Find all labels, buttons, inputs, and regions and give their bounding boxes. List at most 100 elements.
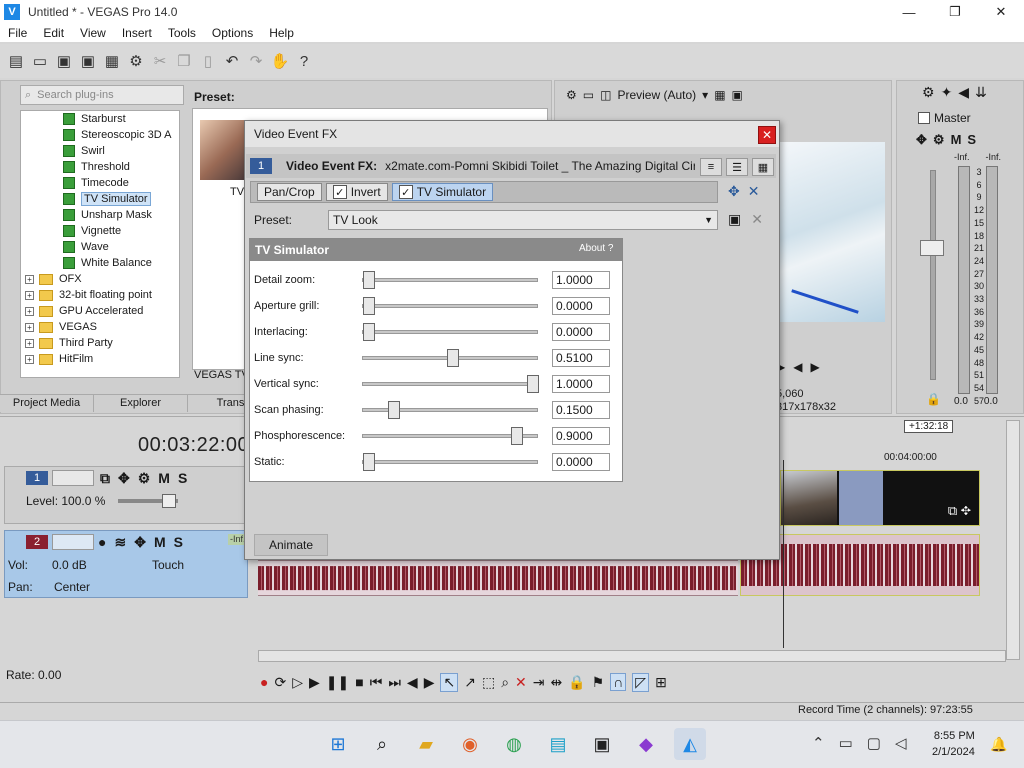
downmix-icon[interactable]: ⇊: [975, 84, 987, 101]
about-link[interactable]: About ?: [579, 243, 613, 254]
vegas-taskbar-icon[interactable]: ◭: [674, 728, 706, 760]
prev-frame-icon[interactable]: ◀: [793, 360, 802, 376]
list-view-icon[interactable]: ≡: [700, 158, 722, 176]
delete-preset-icon[interactable]: ✕: [751, 211, 763, 228]
folder-item[interactable]: + HitFilm: [21, 351, 179, 367]
param-value-field[interactable]: 1.0000: [552, 271, 610, 289]
menu-view[interactable]: View: [72, 26, 114, 40]
restore-button[interactable]: ❐: [932, 0, 978, 24]
param-slider[interactable]: [362, 297, 538, 315]
param-slider[interactable]: [362, 375, 539, 393]
delete-icon[interactable]: ✕: [515, 674, 527, 691]
event-pan-crop-icon[interactable]: ⧉ ✥: [948, 503, 971, 519]
menu-file[interactable]: File: [0, 26, 35, 40]
stop-icon[interactable]: ■: [355, 674, 363, 690]
master-solo-button[interactable]: S: [967, 132, 976, 148]
playhead-cursor[interactable]: [783, 460, 784, 648]
plugin-item[interactable]: Swirl: [21, 143, 179, 159]
taskbar-clock[interactable]: 8:55 PM 2/1/2024: [932, 728, 975, 760]
plugin-item[interactable]: Vignette: [21, 223, 179, 239]
folder-item[interactable]: + VEGAS: [21, 319, 179, 335]
master-checkbox[interactable]: [918, 112, 930, 124]
close-window-button[interactable]: ✕: [978, 0, 1024, 24]
visual-studio-icon[interactable]: ◆: [630, 728, 662, 760]
plugin-search-input[interactable]: ⌕ Search plug-ins: [20, 85, 184, 105]
param-slider[interactable]: [362, 271, 538, 289]
chain-item-pan-crop[interactable]: Pan/Crop: [257, 183, 322, 201]
chain-item-invert[interactable]: ✓ Invert: [325, 183, 388, 201]
preview-quality-dropdown[interactable]: Preview (Auto): [617, 88, 696, 102]
loop-icon[interactable]: ⟳: [274, 674, 286, 691]
track-fx-gear-icon[interactable]: ⚙: [138, 470, 151, 487]
remove-plugin-icon[interactable]: ✕: [748, 183, 760, 200]
param-value-field[interactable]: 0.9000: [552, 427, 610, 445]
save-icon[interactable]: ▣: [54, 51, 74, 71]
video-event[interactable]: ⧉ ✥: [780, 470, 980, 526]
firefox-icon[interactable]: ◉: [454, 728, 486, 760]
param-value-field[interactable]: 0.5100: [552, 349, 610, 367]
param-slider[interactable]: [362, 349, 538, 367]
windows-start-icon[interactable]: ⊞: [322, 728, 354, 760]
tab-project-media[interactable]: Project Media: [0, 395, 94, 412]
network-icon[interactable]: ▭: [839, 734, 853, 752]
external-monitor-icon[interactable]: ▭: [583, 88, 594, 102]
param-value-field[interactable]: 0.0000: [552, 297, 610, 315]
chrome-icon[interactable]: ◍: [498, 728, 530, 760]
next-frame-icon[interactable]: ▶: [810, 360, 819, 376]
menu-help[interactable]: Help: [261, 26, 302, 40]
trim-icon[interactable]: ⇥: [533, 674, 545, 691]
bypass-motion-blur-icon[interactable]: ⧉: [100, 470, 110, 487]
param-slider[interactable]: [362, 453, 538, 471]
add-plugin-icon[interactable]: ✥: [728, 183, 740, 200]
dialog-close-icon[interactable]: ✕: [758, 126, 776, 144]
animate-button[interactable]: Animate: [254, 534, 328, 556]
help-icon[interactable]: ?: [294, 51, 314, 71]
audio-event[interactable]: [258, 560, 738, 596]
slider-handle[interactable]: [363, 323, 375, 341]
arm-record-icon[interactable]: ●: [98, 534, 106, 551]
play-icon[interactable]: ▶: [309, 674, 320, 691]
overlays-grid-icon[interactable]: ▦: [714, 88, 725, 102]
paste-icon[interactable]: ▯: [198, 51, 218, 71]
display-icon[interactable]: ▢: [867, 734, 881, 752]
properties-gear-icon[interactable]: ⚙: [126, 51, 146, 71]
grid-view-icon[interactable]: ▦: [752, 158, 774, 176]
folder-item[interactable]: + GPU Accelerated: [21, 303, 179, 319]
preview-settings-gear-icon[interactable]: ⚙: [566, 88, 577, 102]
slider-handle[interactable]: [446, 349, 459, 367]
preset-dropdown[interactable]: TV Look ▼: [328, 210, 718, 230]
selection-tool-icon[interactable]: ⬚: [482, 674, 495, 691]
master-fx-icon[interactable]: ✦: [941, 84, 953, 101]
save-preset-icon[interactable]: ▣: [728, 211, 741, 228]
pan-value[interactable]: Center: [54, 580, 90, 594]
expand-icon[interactable]: +: [25, 274, 34, 284]
snapping-magnet-icon[interactable]: ∩: [610, 673, 627, 691]
render-icon[interactable]: ▦: [102, 51, 122, 71]
cut-icon[interactable]: ✂: [150, 51, 170, 71]
folder-item[interactable]: +32-bit floating point: [21, 287, 179, 303]
ripple-edit-icon[interactable]: ⊞: [655, 674, 667, 691]
master-mute-button[interactable]: M: [951, 132, 962, 148]
menu-insert[interactable]: Insert: [114, 26, 160, 40]
play-from-start-icon[interactable]: ▷: [292, 674, 303, 691]
save-as-icon[interactable]: ▣: [78, 51, 98, 71]
redo-icon[interactable]: ↷: [246, 51, 266, 71]
audio-solo-button[interactable]: S: [174, 534, 183, 551]
chain-item-tv-simulator[interactable]: ✓ TV Simulator: [391, 183, 494, 201]
snapshot-icon[interactable]: ▣: [732, 88, 743, 102]
split-screen-icon[interactable]: ◫: [600, 88, 611, 102]
go-to-start-icon[interactable]: ⏮: [370, 674, 383, 691]
taskbar-search-icon[interactable]: ⌕: [366, 728, 398, 760]
track-name-field[interactable]: [52, 470, 94, 486]
preset-thumbnail[interactable]: [200, 120, 246, 180]
vertical-scrollbar[interactable]: [1006, 420, 1020, 660]
automation-mode-dropdown[interactable]: Touch: [152, 558, 184, 572]
tray-chevron-up-icon[interactable]: ⌃: [812, 734, 825, 752]
slider-handle[interactable]: [387, 401, 400, 419]
split-icon[interactable]: ⇹: [551, 674, 563, 691]
zoom-tool-icon[interactable]: ⌕: [501, 674, 509, 691]
param-value-field[interactable]: 0.0000: [552, 453, 610, 471]
slider-handle[interactable]: [363, 297, 375, 315]
notepad-icon[interactable]: ▤: [542, 728, 574, 760]
master-fader-handle[interactable]: [920, 240, 944, 256]
